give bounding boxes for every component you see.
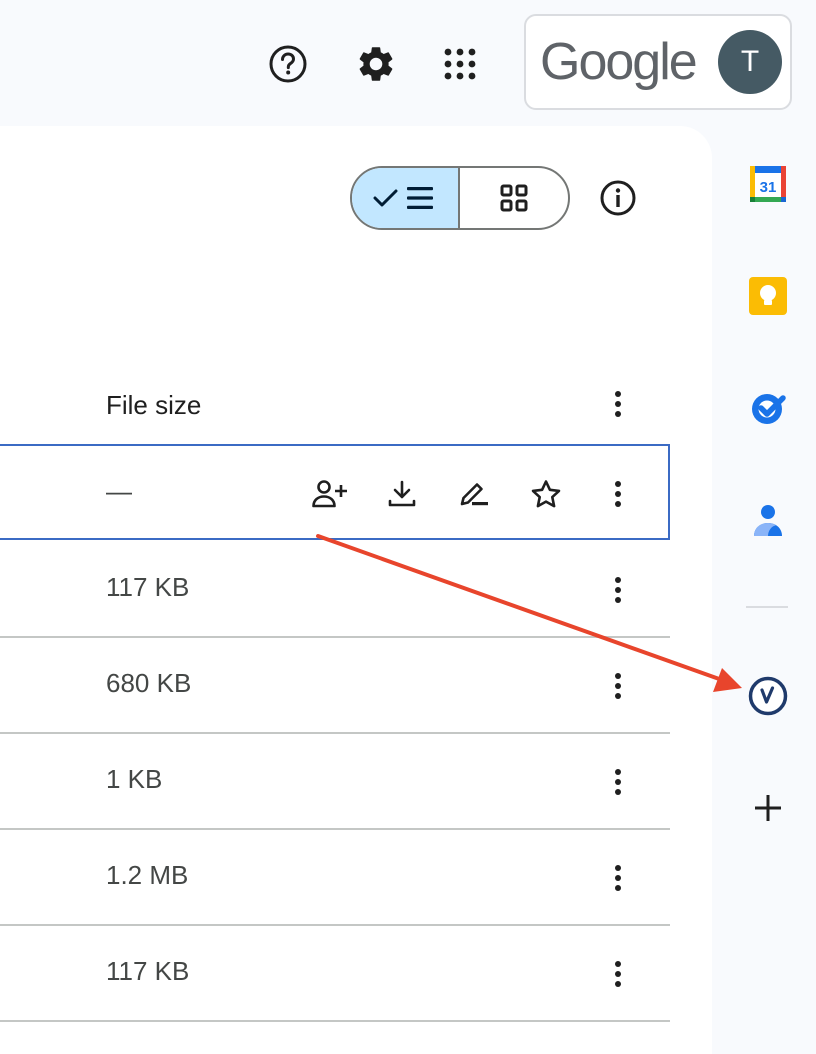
more-vert-icon[interactable]: [596, 952, 640, 996]
plus-icon[interactable]: [744, 784, 792, 832]
download-icon[interactable]: [378, 470, 426, 518]
addon-app-icon[interactable]: [744, 672, 792, 720]
share-person-add-icon[interactable]: [306, 470, 354, 518]
table-row[interactable]: 1.2 MB: [0, 830, 670, 926]
google-logo-text: Google: [540, 33, 698, 91]
side-panel-divider: [746, 606, 788, 608]
keep-app-icon[interactable]: [744, 272, 792, 320]
grid-icon: [500, 184, 528, 212]
list-view-button[interactable]: [352, 168, 460, 228]
avatar[interactable]: T: [718, 30, 782, 94]
grid-view-button[interactable]: [460, 168, 568, 228]
file-size-cell: 117 KB: [106, 572, 190, 602]
file-size-cell: —: [106, 476, 132, 506]
file-size-cell: 117 KB: [106, 956, 190, 986]
calendar-app-icon[interactable]: 31: [744, 160, 792, 208]
gear-icon[interactable]: [352, 40, 400, 88]
view-toggle: [350, 166, 570, 230]
rename-pencil-icon[interactable]: [450, 470, 498, 518]
account-chip[interactable]: Google T: [524, 14, 792, 110]
help-icon[interactable]: [264, 40, 312, 88]
table-row[interactable]: 680 KB: [0, 638, 670, 734]
more-vert-icon[interactable]: [596, 664, 640, 708]
more-vert-icon[interactable]: [596, 382, 640, 426]
side-panel: 31: [712, 126, 816, 1054]
more-vert-icon[interactable]: [596, 760, 640, 804]
table-row[interactable]: 117 KB: [0, 926, 670, 1022]
tasks-app-icon[interactable]: [744, 384, 792, 432]
more-vert-icon[interactable]: [596, 472, 640, 516]
file-size-cell: 1.2 MB: [106, 860, 189, 890]
contacts-app-icon[interactable]: [744, 496, 792, 544]
info-icon[interactable]: [594, 174, 642, 222]
table-row[interactable]: 117 KB: [0, 542, 670, 638]
file-size-cell: 680 KB: [106, 668, 192, 698]
star-icon[interactable]: [522, 470, 570, 518]
more-vert-icon[interactable]: [596, 856, 640, 900]
calendar-date-label: 31: [760, 179, 777, 196]
file-list-panel: File size — 117 KB 680 KB 1 KB 1.2 MB 11…: [0, 126, 712, 1054]
more-vert-icon[interactable]: [596, 568, 640, 612]
apps-grid-icon[interactable]: [436, 40, 484, 88]
check-list-icon: [373, 187, 433, 209]
table-row[interactable]: 1 KB: [0, 734, 670, 830]
table-row[interactable]: —: [0, 444, 670, 540]
column-header-file-size[interactable]: File size: [106, 390, 201, 421]
file-size-cell: 1 KB: [106, 764, 163, 794]
